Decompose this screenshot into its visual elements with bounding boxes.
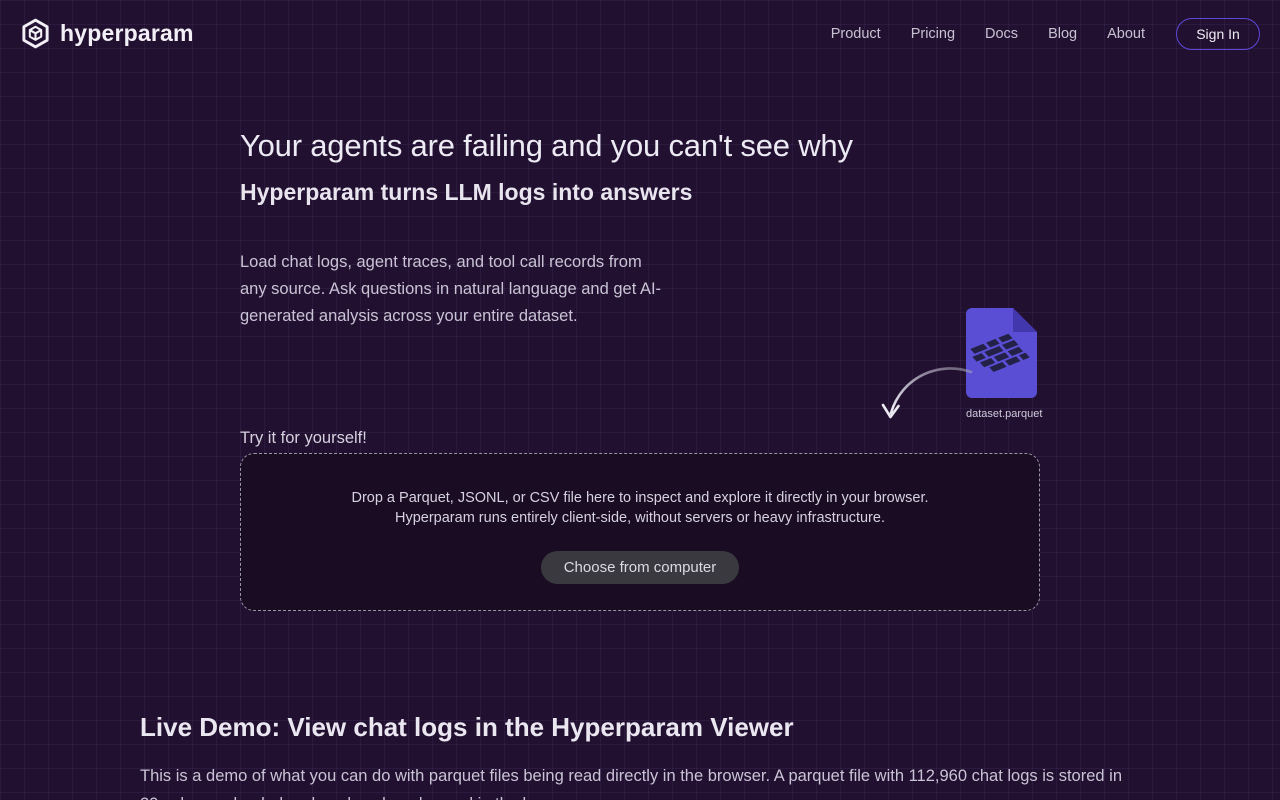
nav-link-product[interactable]: Product [831,26,881,42]
drop-zone-instruction-line2: Hyperparam runs entirely client-side, wi… [395,510,885,526]
hero-description: Load chat logs, agent traces, and tool c… [240,253,662,325]
hero-title: Your agents are failing and you can't se… [240,128,853,163]
live-demo-description: This is a demo of what you can do with p… [140,767,1122,800]
curved-arrow-down-icon [874,356,974,437]
parquet-file-icon [966,308,1037,398]
hyperparam-logo-icon [22,18,49,49]
brand[interactable]: hyperparam [20,18,194,49]
choose-from-computer-button[interactable]: Choose from computer [540,551,740,584]
drop-zone-instruction-line1: Drop a Parquet, JSONL, or CSV file here … [351,490,929,506]
dataset-file-figure: dataset.parquet [966,308,1043,420]
brand-name: hyperparam [60,20,194,46]
top-nav-bar: hyperparam Product Pricing Docs Blog Abo… [0,0,1280,67]
main-nav: Product Pricing Docs Blog About Sign In [816,17,1260,50]
nav-link-docs[interactable]: Docs [985,26,1018,42]
hero-subtitle: Hyperparam turns LLM logs into answers [240,179,693,205]
file-drop-zone[interactable]: Drop a Parquet, JSONL, or CSV file here … [240,453,1040,611]
nav-link-blog[interactable]: Blog [1048,26,1077,42]
try-it-label: Try it for yourself! [240,429,367,447]
dataset-file-label: dataset.parquet [966,408,1043,420]
nav-link-about[interactable]: About [1107,26,1145,42]
nav-link-pricing[interactable]: Pricing [911,26,955,42]
live-demo-title: Live Demo: View chat logs in the Hyperpa… [140,712,794,742]
sign-in-button[interactable]: Sign In [1176,17,1260,50]
